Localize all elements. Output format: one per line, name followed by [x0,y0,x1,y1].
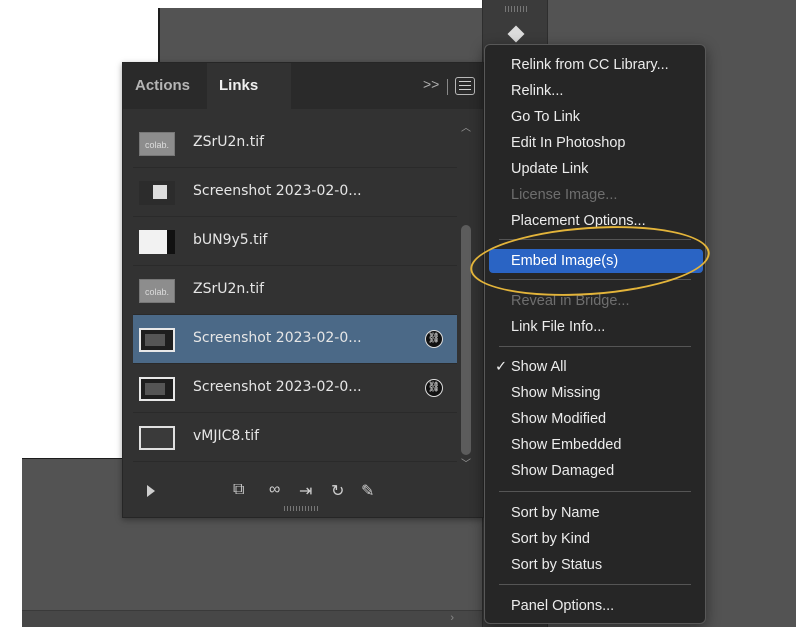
list-item[interactable]: Screenshot 2023-02-0... [133,168,457,217]
menu-item-sort-by-status[interactable]: Sort by Status [489,553,703,577]
menu-item-sort-by-kind[interactable]: Sort by Kind [489,527,703,551]
links-list: colab. ZSrU2n.tif Screenshot 2023-02-0..… [133,119,457,479]
menu-item-label: Show All [511,359,567,375]
menu-item-show-missing[interactable]: Show Missing [489,381,703,405]
list-item[interactable]: colab. ZSrU2n.tif [133,119,457,168]
menu-item-relink[interactable]: Relink... [489,79,703,103]
go-to-link-icon[interactable]: ⇥ [299,481,312,501]
update-link-icon[interactable]: ↻ [331,481,344,501]
edit-original-icon[interactable]: ✎ [361,481,374,501]
link-status-icon: ⛓ [425,330,443,348]
context-menu: Relink from CC Library... Relink... Go T… [484,44,706,624]
list-scrollbar[interactable]: ︿ ﹀ [459,119,473,473]
diamond-icon[interactable] [507,25,525,43]
scrollbar-thumb[interactable] [461,225,471,455]
menu-item-relink-from-cc-library[interactable]: Relink from CC Library... [489,53,703,77]
list-item[interactable]: Screenshot 2023-02-0... ⛓ [133,364,457,413]
list-item[interactable]: colab. ZSrU2n.tif [133,266,457,315]
menu-item-show-modified[interactable]: Show Modified [489,407,703,431]
list-item-selected[interactable]: Screenshot 2023-02-0... ⛓ [133,315,457,364]
artboard-edge-vertical [158,8,160,68]
link-name: vMJIC8.tif [193,428,260,444]
list-item[interactable]: bUN9y5.tif [133,217,457,266]
menu-item-show-damaged[interactable]: Show Damaged [489,459,703,483]
screenshot-thumbnail-icon [139,328,175,352]
image-thumbnail-icon [139,230,175,254]
colab-thumbnail-icon: colab. [139,279,175,303]
dock-grip-handle[interactable] [505,6,527,12]
overflow-chevrons-icon[interactable]: >> [423,76,439,92]
chevron-down-icon[interactable]: ﹀ [461,455,471,470]
relink-icon[interactable]: ∞ [269,481,280,499]
menu-item-license-image: License Image... [511,187,618,203]
menu-item-show-embedded[interactable]: Show Embedded [489,433,703,457]
play-icon[interactable] [147,485,155,497]
menu-separator [499,584,691,585]
links-panel: Actions Links >> colab. ZSrU2n.tif Scree… [122,62,484,518]
screenshot-thumbnail-icon [139,181,175,205]
relink-from-cc-icon[interactable]: ⧉ [233,481,244,499]
menu-item-show-all[interactable]: ✓ Show All [489,355,703,379]
panel-toolbar: ⧉ ∞ ⇥ ↻ ✎ [123,479,483,509]
link-name: bUN9y5.tif [193,232,268,248]
tab-actions[interactable]: Actions [123,63,207,109]
menu-separator [499,346,691,347]
menu-item-go-to-link[interactable]: Go To Link [489,105,703,129]
screenshot-thumbnail-icon [139,377,175,401]
panel-tab-bar: Actions Links >> [123,63,483,109]
link-name: Screenshot 2023-02-0... [193,183,362,199]
menu-item-sort-by-name[interactable]: Sort by Name [489,501,703,525]
chevron-right-icon[interactable]: › [450,612,454,624]
link-name: Screenshot 2023-02-0... [193,379,362,395]
menu-separator [499,491,691,492]
colab-thumbnail-icon: colab. [139,132,175,156]
link-name: ZSrU2n.tif [193,281,265,297]
status-bar: › [22,610,482,627]
list-item[interactable]: vMJIC8.tif [133,413,457,462]
chevron-up-icon[interactable]: ︿ [461,119,471,134]
image-thumbnail-icon [139,426,175,450]
panel-grip-handle[interactable] [284,506,318,511]
menu-item-edit-in-photoshop[interactable]: Edit In Photoshop [489,131,703,155]
link-name: Screenshot 2023-02-0... [193,330,362,346]
menu-item-link-file-info[interactable]: Link File Info... [489,315,703,339]
link-name: ZSrU2n.tif [193,134,265,150]
tab-divider [447,79,448,95]
checkmark-icon: ✓ [495,359,508,375]
link-status-icon: ⛓ [425,379,443,397]
menu-item-update-link[interactable]: Update Link [489,157,703,181]
menu-item-panel-options[interactable]: Panel Options... [489,594,703,618]
tab-links[interactable]: Links [207,63,291,109]
panel-menu-icon[interactable] [455,77,475,95]
